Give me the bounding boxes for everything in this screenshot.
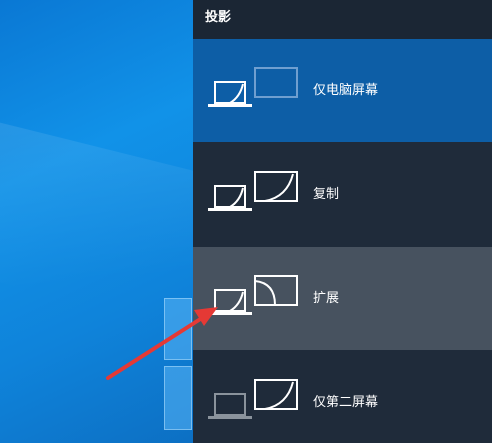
option-duplicate[interactable]: 复制 [193, 143, 492, 246]
option-second-screen-only[interactable]: 仅第二屏幕 [193, 351, 492, 443]
pc-screen-only-icon [208, 67, 298, 107]
project-panel: 投影 仅电脑屏幕 复制 扩展 仅第二屏幕 [193, 0, 492, 443]
extend-icon [208, 275, 298, 315]
option-label: 仅第二屏幕 [313, 395, 379, 410]
option-label: 仅电脑屏幕 [313, 83, 379, 98]
option-label: 复制 [313, 187, 340, 202]
option-extend[interactable]: 扩展 [193, 247, 492, 350]
option-pc-screen-only[interactable]: 仅电脑屏幕 [193, 39, 492, 142]
panel-title: 投影 [193, 0, 492, 39]
second-screen-only-icon [208, 379, 298, 419]
desktop: 投影 仅电脑屏幕 复制 扩展 仅第二屏幕 [0, 0, 492, 443]
duplicate-icon [208, 171, 298, 211]
option-label: 扩展 [313, 291, 340, 306]
